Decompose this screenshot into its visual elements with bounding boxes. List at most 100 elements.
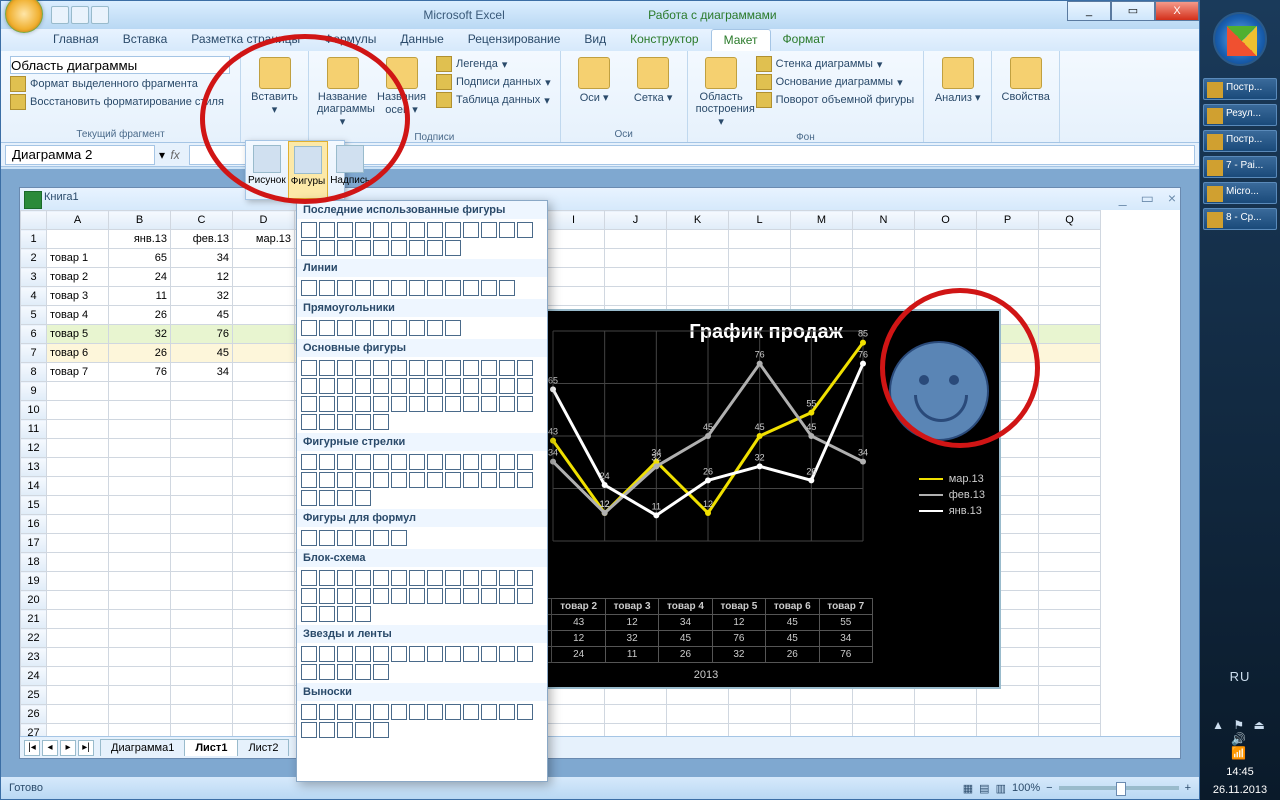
cell[interactable] xyxy=(977,249,1039,268)
cell[interactable] xyxy=(171,629,233,648)
cell[interactable] xyxy=(605,249,667,268)
shape-item[interactable] xyxy=(409,570,425,586)
mdi-restore-icon[interactable]: ▭ xyxy=(1141,190,1154,207)
shape-item[interactable] xyxy=(337,530,353,546)
taskbar-item[interactable]: Постр... xyxy=(1203,78,1277,100)
shape-item[interactable] xyxy=(337,588,353,604)
cell[interactable] xyxy=(233,705,295,724)
shape-item[interactable] xyxy=(373,722,389,738)
cell[interactable] xyxy=(47,629,109,648)
cell[interactable] xyxy=(977,287,1039,306)
shape-item[interactable] xyxy=(463,360,479,376)
cell[interactable] xyxy=(1039,610,1101,629)
zoom-slider[interactable] xyxy=(1059,786,1179,790)
shape-item[interactable] xyxy=(337,646,353,662)
language-indicator[interactable]: RU xyxy=(1204,669,1276,684)
shape-item[interactable] xyxy=(445,396,461,412)
shape-item[interactable] xyxy=(409,320,425,336)
cell[interactable] xyxy=(853,268,915,287)
shape-item[interactable] xyxy=(373,378,389,394)
shape-item[interactable] xyxy=(517,396,533,412)
cell[interactable]: 32 xyxy=(109,325,171,344)
cell[interactable] xyxy=(171,496,233,515)
undo-icon[interactable] xyxy=(71,6,89,24)
cell[interactable] xyxy=(233,477,295,496)
minimize-button[interactable]: _ xyxy=(1067,1,1111,21)
sheet-nav-prev-icon[interactable]: ◂ xyxy=(42,740,58,756)
shape-item[interactable] xyxy=(301,588,317,604)
cell[interactable] xyxy=(605,230,667,249)
shape-item[interactable] xyxy=(481,222,497,238)
shape-item[interactable] xyxy=(337,320,353,336)
cell[interactable] xyxy=(605,705,667,724)
cell[interactable] xyxy=(233,325,295,344)
cell[interactable] xyxy=(109,705,171,724)
cell[interactable] xyxy=(1039,477,1101,496)
shape-item[interactable] xyxy=(337,240,353,256)
cell[interactable] xyxy=(729,249,791,268)
shape-item[interactable] xyxy=(319,454,335,470)
shape-item[interactable] xyxy=(517,588,533,604)
cell[interactable] xyxy=(667,724,729,737)
shape-item[interactable] xyxy=(301,490,317,506)
cell[interactable] xyxy=(1039,553,1101,572)
shape-item[interactable] xyxy=(337,414,353,430)
sheet-nav-first-icon[interactable]: |◂ xyxy=(24,740,40,756)
shape-item[interactable] xyxy=(373,396,389,412)
cell[interactable] xyxy=(233,458,295,477)
cell[interactable] xyxy=(109,667,171,686)
row-header[interactable]: 24 xyxy=(21,667,47,686)
shape-item[interactable] xyxy=(319,472,335,488)
shape-item[interactable] xyxy=(391,646,407,662)
shape-item[interactable] xyxy=(319,646,335,662)
cell[interactable] xyxy=(47,496,109,515)
shape-item[interactable] xyxy=(319,240,335,256)
insert-button[interactable]: Вставить ▾ xyxy=(247,55,302,118)
cell[interactable] xyxy=(47,705,109,724)
properties-button[interactable]: Свойства xyxy=(998,55,1053,105)
shape-item[interactable] xyxy=(481,646,497,662)
row-header[interactable]: 3 xyxy=(21,268,47,287)
cell[interactable] xyxy=(853,249,915,268)
shape-item[interactable] xyxy=(427,454,443,470)
row-header[interactable]: 16 xyxy=(21,515,47,534)
cell[interactable]: товар 3 xyxy=(47,287,109,306)
cell[interactable] xyxy=(1039,572,1101,591)
embedded-chart[interactable]: График продаж 43123412455585341232457645… xyxy=(531,309,1001,689)
shape-item[interactable] xyxy=(355,378,371,394)
shape-item[interactable] xyxy=(373,704,389,720)
shape-item[interactable] xyxy=(319,570,335,586)
format-selection-button[interactable]: Формат выделенного фрагмента xyxy=(7,75,234,93)
shape-item[interactable] xyxy=(481,570,497,586)
col-header[interactable]: O xyxy=(915,211,977,230)
shape-item[interactable] xyxy=(409,240,425,256)
shape-item[interactable] xyxy=(463,396,479,412)
fx-icon[interactable]: fx xyxy=(165,148,185,162)
cell[interactable] xyxy=(1039,287,1101,306)
shape-item[interactable] xyxy=(427,320,443,336)
row-header[interactable]: 20 xyxy=(21,591,47,610)
shape-item[interactable] xyxy=(301,472,317,488)
shape-item[interactable] xyxy=(373,280,389,296)
shape-item[interactable] xyxy=(427,646,443,662)
row-header[interactable]: 17 xyxy=(21,534,47,553)
shape-item[interactable] xyxy=(355,414,371,430)
shape-item[interactable] xyxy=(517,646,533,662)
shape-item[interactable] xyxy=(409,396,425,412)
zoom-in-icon[interactable]: + xyxy=(1185,782,1191,794)
shape-item[interactable] xyxy=(499,396,515,412)
shape-item[interactable] xyxy=(319,360,335,376)
row-header[interactable]: 14 xyxy=(21,477,47,496)
shape-item[interactable] xyxy=(319,222,335,238)
shape-item[interactable] xyxy=(355,490,371,506)
cell[interactable] xyxy=(109,439,171,458)
cell[interactable] xyxy=(543,249,605,268)
shape-item[interactable] xyxy=(373,222,389,238)
cell[interactable] xyxy=(667,287,729,306)
save-icon[interactable] xyxy=(51,6,69,24)
tab-page-layout[interactable]: Разметка страницы xyxy=(179,29,312,51)
cell[interactable] xyxy=(109,401,171,420)
cell[interactable] xyxy=(1039,249,1101,268)
shape-item[interactable] xyxy=(355,222,371,238)
cell[interactable] xyxy=(109,572,171,591)
